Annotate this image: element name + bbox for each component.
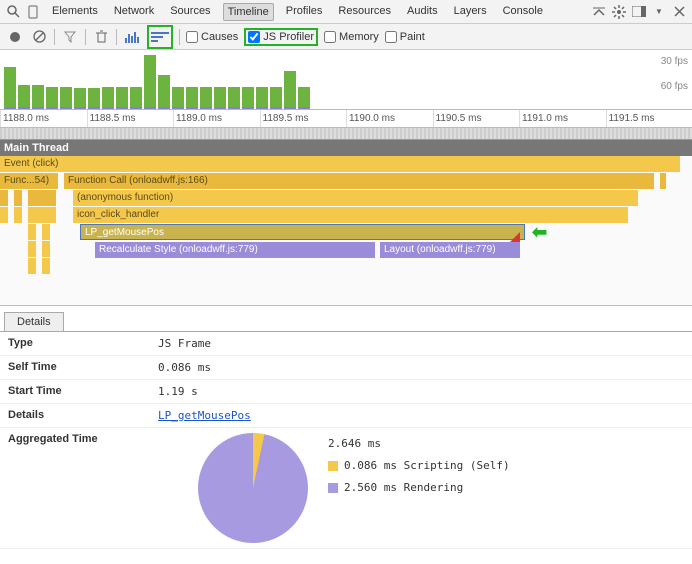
flame-lp-getmousepos[interactable]: LP_getMousePos (80, 224, 525, 240)
panel-tabs: Elements Network Sources Timeline Profil… (48, 3, 547, 21)
jsprofiler-label: JS Profiler (263, 31, 314, 43)
flamechart-icon[interactable] (151, 28, 169, 46)
annotation-arrow-icon: ⬅ (532, 222, 547, 243)
flame-layout[interactable]: Layout (onloadwff.js:779) (380, 242, 520, 258)
details-tab[interactable]: Details (4, 312, 64, 331)
overview-minimap[interactable] (0, 128, 692, 140)
detail-key-type: Type (8, 337, 158, 350)
detail-link-function[interactable]: LP_getMousePos (158, 409, 251, 422)
legend-total: 2.646 ms (328, 433, 510, 455)
thread-header: Main Thread (0, 140, 692, 156)
ruler-tick: 1191.0 ms (519, 110, 606, 127)
detail-key-selftime: Self Time (8, 361, 158, 374)
memory-label: Memory (339, 31, 379, 43)
tab-resources[interactable]: Resources (334, 3, 395, 21)
causes-label: Causes (201, 31, 238, 43)
settings-gear-icon[interactable] (610, 3, 628, 21)
flame-stub[interactable] (42, 258, 50, 274)
tab-sources[interactable]: Sources (166, 3, 214, 21)
tab-console[interactable]: Console (499, 3, 547, 21)
detail-key-aggtime: Aggregated Time (8, 433, 158, 445)
paint-label: Paint (400, 31, 425, 43)
device-icon[interactable] (24, 3, 42, 21)
flame-stub[interactable] (28, 258, 36, 274)
flame-func54[interactable]: Func...54) (0, 173, 58, 189)
details-panel: TypeJS Frame Self Time0.086 ms Start Tim… (0, 331, 692, 549)
detail-val-selftime: 0.086 ms (158, 361, 684, 374)
legend-swatch-scripting (328, 461, 338, 471)
devtools-main-toolbar: Elements Network Sources Timeline Profil… (0, 0, 692, 24)
aggregated-time-pie-chart (198, 433, 308, 543)
record-icon[interactable] (6, 28, 24, 46)
flame-icon-click[interactable]: icon_click_handler (73, 207, 628, 223)
fps-30-label: 30 fps (661, 56, 688, 67)
ruler-tick: 1190.5 ms (433, 110, 520, 127)
tab-profiles[interactable]: Profiles (282, 3, 327, 21)
overview-pane[interactable]: 30 fps 60 fps (0, 50, 692, 110)
warning-triangle-icon (510, 232, 520, 242)
flame-recalc-style[interactable]: Recalculate Style (onloadwff.js:779) (95, 242, 375, 258)
garbage-icon[interactable] (92, 28, 110, 46)
details-tabbar: Details (0, 306, 692, 331)
ruler-tick: 1191.5 ms (606, 110, 692, 127)
ruler-tick: 1189.0 ms (173, 110, 260, 127)
fps-labels: 30 fps 60 fps (661, 56, 688, 106)
tab-network[interactable]: Network (110, 3, 158, 21)
flame-stub[interactable] (28, 190, 56, 206)
tab-elements[interactable]: Elements (48, 3, 102, 21)
time-ruler[interactable]: 1188.0 ms 1188.5 ms 1189.0 ms 1189.5 ms … (0, 110, 692, 128)
jsprofiler-highlight: JS Profiler (244, 28, 318, 46)
flame-stub[interactable] (28, 241, 36, 257)
drawer-toggle-icon[interactable] (590, 3, 608, 21)
tab-audits[interactable]: Audits (403, 3, 442, 21)
memory-checkbox[interactable]: Memory (324, 31, 379, 43)
dock-icon[interactable] (630, 3, 648, 21)
flame-stub[interactable] (28, 207, 56, 223)
ruler-tick: 1188.0 ms (0, 110, 87, 127)
flame-event-click[interactable]: Event (click) (0, 156, 680, 172)
causes-checkbox[interactable]: Causes (186, 31, 238, 43)
ruler-tick: 1189.5 ms (260, 110, 347, 127)
dock-menu-icon[interactable]: ▼ (650, 3, 668, 21)
pie-legend: 2.646 ms 0.086 ms Scripting (Self) 2.560… (328, 433, 510, 499)
detail-val-type: JS Frame (158, 337, 684, 350)
flamechart-toggle-highlight (147, 25, 173, 49)
tab-timeline[interactable]: Timeline (223, 3, 274, 21)
frame-bars (4, 55, 310, 107)
flame-stub[interactable] (0, 190, 8, 206)
flame-anonymous[interactable]: (anonymous function) (73, 190, 638, 206)
detail-val-starttime: 1.19 s (158, 385, 684, 398)
flame-stub[interactable] (42, 224, 50, 240)
close-icon[interactable] (670, 3, 688, 21)
filter-icon[interactable] (61, 28, 79, 46)
legend-scripting: 0.086 ms Scripting (Self) (344, 459, 510, 472)
flame-stub[interactable] (660, 173, 666, 189)
fps-60-label: 60 fps (661, 81, 688, 92)
timeline-toolbar: Causes JS Profiler Memory Paint (0, 24, 692, 50)
ruler-tick: 1190.0 ms (346, 110, 433, 127)
detail-key-starttime: Start Time (8, 385, 158, 398)
legend-rendering: 2.560 ms Rendering (344, 481, 463, 494)
detail-key-details: Details (8, 409, 158, 422)
search-icon[interactable] (4, 3, 22, 21)
jsprofiler-checkbox[interactable]: JS Profiler (248, 31, 314, 43)
flame-stub[interactable] (660, 156, 666, 172)
flame-stub[interactable] (42, 241, 50, 257)
flame-function-call[interactable]: Function Call (onloadwff.js:166) (64, 173, 654, 189)
flame-chart[interactable]: Event (click) Func...54) Function Call (… (0, 156, 692, 306)
clear-icon[interactable] (30, 28, 48, 46)
flame-stub[interactable] (0, 207, 8, 223)
paint-checkbox[interactable]: Paint (385, 31, 425, 43)
framesview-icon[interactable] (123, 28, 141, 46)
ruler-tick: 1188.5 ms (87, 110, 174, 127)
tab-layers[interactable]: Layers (450, 3, 491, 21)
flame-stub[interactable] (14, 207, 22, 223)
flame-stub[interactable] (14, 190, 22, 206)
flame-stub[interactable] (28, 224, 36, 240)
legend-swatch-rendering (328, 483, 338, 493)
